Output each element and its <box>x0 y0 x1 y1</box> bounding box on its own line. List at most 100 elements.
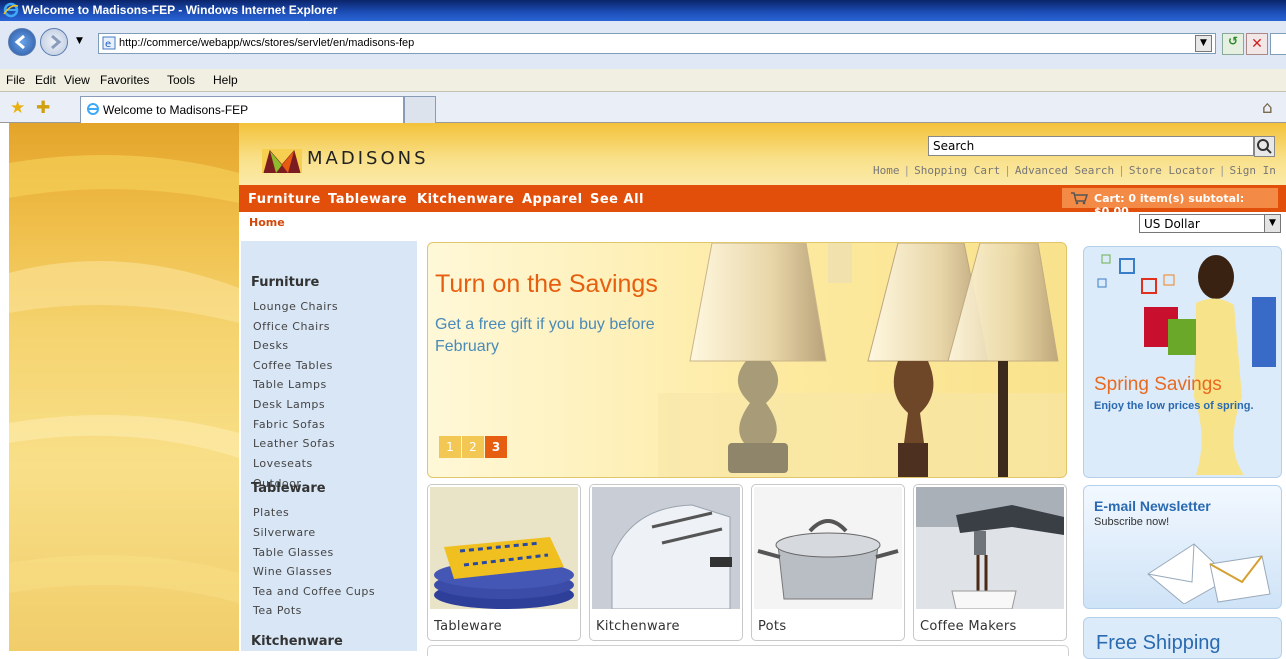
tile-kitchenware[interactable]: Kitchenware <box>589 484 743 641</box>
window-title: Welcome to Madisons-FEP - Windows Intern… <box>22 3 338 17</box>
menu-edit[interactable]: Edit <box>35 73 56 87</box>
sidebar-item[interactable]: Office Chairs <box>253 320 330 333</box>
breadcrumb[interactable]: Home <box>249 216 285 229</box>
favorites-star-icon[interactable]: ★ <box>10 98 25 118</box>
nav-see-all[interactable]: See All <box>590 192 644 207</box>
nav-apparel[interactable]: Apparel <box>522 192 583 207</box>
link-home[interactable]: Home <box>873 164 900 177</box>
ad-newsletter-title: E-mail Newsletter <box>1094 498 1211 514</box>
madisons-logo-icon[interactable] <box>262 145 302 176</box>
sidebar-item[interactable]: Tea Pots <box>253 604 302 617</box>
sidebar-item[interactable]: Desk Lamps <box>253 398 325 411</box>
menu-favorites[interactable]: Favorites <box>100 73 149 87</box>
page-background <box>9 123 239 651</box>
sidebar-heading-tableware[interactable]: Tableware <box>251 481 326 496</box>
sidebar-item[interactable]: Leather Sofas <box>253 437 335 450</box>
address-url: http://commerce/webapp/wcs/stores/servle… <box>119 37 415 49</box>
link-advanced-search[interactable]: Advanced Search <box>1015 164 1114 177</box>
page-icon: e <box>102 36 116 50</box>
sidebar-item[interactable]: Table Glasses <box>253 546 334 559</box>
sidebar-item[interactable]: Lounge Chairs <box>253 300 338 313</box>
background-waves <box>9 155 239 603</box>
carousel-page-2[interactable]: 2 <box>462 436 484 458</box>
window-title-bar: Welcome to Madisons-FEP - Windows Intern… <box>0 0 1286 21</box>
add-favorites-icon[interactable]: ✚ <box>36 98 50 118</box>
forward-button[interactable] <box>40 28 68 56</box>
ad-shipping-title: Free Shipping <box>1096 632 1221 654</box>
menu-view[interactable]: View <box>64 73 90 87</box>
address-dropdown-button[interactable]: ▼ <box>1195 35 1212 52</box>
breadcrumb-strip <box>239 212 1286 238</box>
sidebar-heading-kitchenware[interactable]: Kitchenware <box>251 634 343 649</box>
cart-summary[interactable]: Cart: 0 item(s) subtotal: $0.00 <box>1062 188 1278 218</box>
sidebar-heading-furniture[interactable]: Furniture <box>251 275 319 290</box>
back-arrow-icon <box>14 34 25 50</box>
sidebar-item[interactable]: Desks <box>253 339 289 352</box>
hero-subtitle: Get a free gift if you buy before Februa… <box>435 316 655 355</box>
sidebar-item[interactable]: Silverware <box>253 526 316 539</box>
tile-tableware[interactable]: Tableware <box>427 484 581 641</box>
currency-value: US Dollar <box>1144 217 1200 231</box>
ad-free-shipping[interactable]: Free Shipping <box>1083 617 1282 659</box>
carousel-page-3[interactable]: 3 <box>485 436 507 458</box>
tile-caption: Coffee Makers <box>920 619 1017 634</box>
sidebar-item[interactable]: Table Lamps <box>253 378 327 391</box>
nav-tableware[interactable]: Tableware <box>328 192 407 207</box>
svg-text:e: e <box>105 39 111 50</box>
back-button[interactable] <box>8 28 36 56</box>
menu-file[interactable]: File <box>6 73 25 87</box>
ad-spring-sub: Enjoy the low prices of spring. <box>1094 400 1254 412</box>
sidebar-item[interactable]: Coffee Tables <box>253 359 333 372</box>
ad-spring-title: Spring Savings <box>1094 374 1222 395</box>
ad-spring-savings[interactable]: Spring Savings Enjoy the low prices of s… <box>1083 246 1282 478</box>
ad-newsletter-sub: Subscribe now! <box>1094 516 1170 528</box>
cart-icon <box>1071 192 1088 205</box>
shopping-woman-image <box>1097 254 1276 475</box>
search-icon <box>1257 139 1272 154</box>
link-shopping-cart[interactable]: Shopping Cart <box>914 164 1000 177</box>
carousel-page-1[interactable]: 1 <box>439 436 461 458</box>
ad-newsletter[interactable]: E-mail Newsletter Subscribe now! <box>1083 485 1282 609</box>
nav-furniture[interactable]: Furniture <box>248 192 321 207</box>
utility-links: Home | Shopping Cart | Advanced Search | Store… <box>873 164 1276 177</box>
stop-icon[interactable]: ✕ <box>1246 33 1268 55</box>
nav-kitchenware[interactable]: Kitchenware <box>417 192 514 207</box>
store-search-input[interactable]: Search <box>928 136 1254 156</box>
tab-label: Welcome to Madisons-FEP <box>103 103 249 117</box>
brand-name: MADISONS <box>307 148 429 169</box>
tile-pots[interactable]: Pots <box>751 484 905 641</box>
espresso-image <box>916 487 1064 609</box>
menu-help[interactable]: Help <box>213 73 238 87</box>
history-dropdown-icon[interactable]: ▼ <box>76 36 83 46</box>
new-tab-button[interactable] <box>404 96 436 123</box>
tile-coffee-makers[interactable]: Coffee Makers <box>913 484 1067 641</box>
address-input[interactable]: e http://commerce/webapp/wcs/stores/serv… <box>98 33 1216 54</box>
live-search-input[interactable] <box>1270 33 1286 55</box>
menu-bar: File Edit View Favorites Tools Help <box>0 69 1286 92</box>
link-store-locator[interactable]: Store Locator <box>1129 164 1215 177</box>
plates-image <box>430 487 578 609</box>
sidebar-item[interactable]: Tea and Coffee Cups <box>253 585 375 598</box>
tab-madisons[interactable]: Welcome to Madisons-FEP <box>80 96 404 123</box>
sidebar-item[interactable]: Fabric Sofas <box>253 418 325 431</box>
hero-title: Turn on the Savings <box>435 270 658 298</box>
search-button[interactable] <box>1254 136 1275 157</box>
toaster-image <box>592 487 740 609</box>
currency-select[interactable]: US Dollar ▼ <box>1139 214 1281 233</box>
tile-caption: Tableware <box>434 619 502 634</box>
menu-tools[interactable]: Tools <box>167 73 195 87</box>
refresh-icon[interactable]: ↺ <box>1222 33 1244 55</box>
sidebar-item[interactable]: Wine Glasses <box>253 565 332 578</box>
tile-caption: Kitchenware <box>596 619 680 634</box>
tile-caption: Pots <box>758 619 787 634</box>
forward-arrow-icon <box>51 34 62 50</box>
link-sign-in[interactable]: Sign In <box>1230 164 1276 177</box>
ie-logo-icon <box>3 2 19 18</box>
pot-image <box>754 487 902 609</box>
sidebar-item[interactable]: Loveseats <box>253 457 313 470</box>
search-placeholder: Search <box>933 139 975 153</box>
chevron-down-icon: ▼ <box>1264 215 1280 232</box>
envelope-icon <box>1147 543 1271 604</box>
sidebar-item[interactable]: Plates <box>253 506 289 519</box>
home-icon[interactable]: ⌂ <box>1262 98 1273 118</box>
